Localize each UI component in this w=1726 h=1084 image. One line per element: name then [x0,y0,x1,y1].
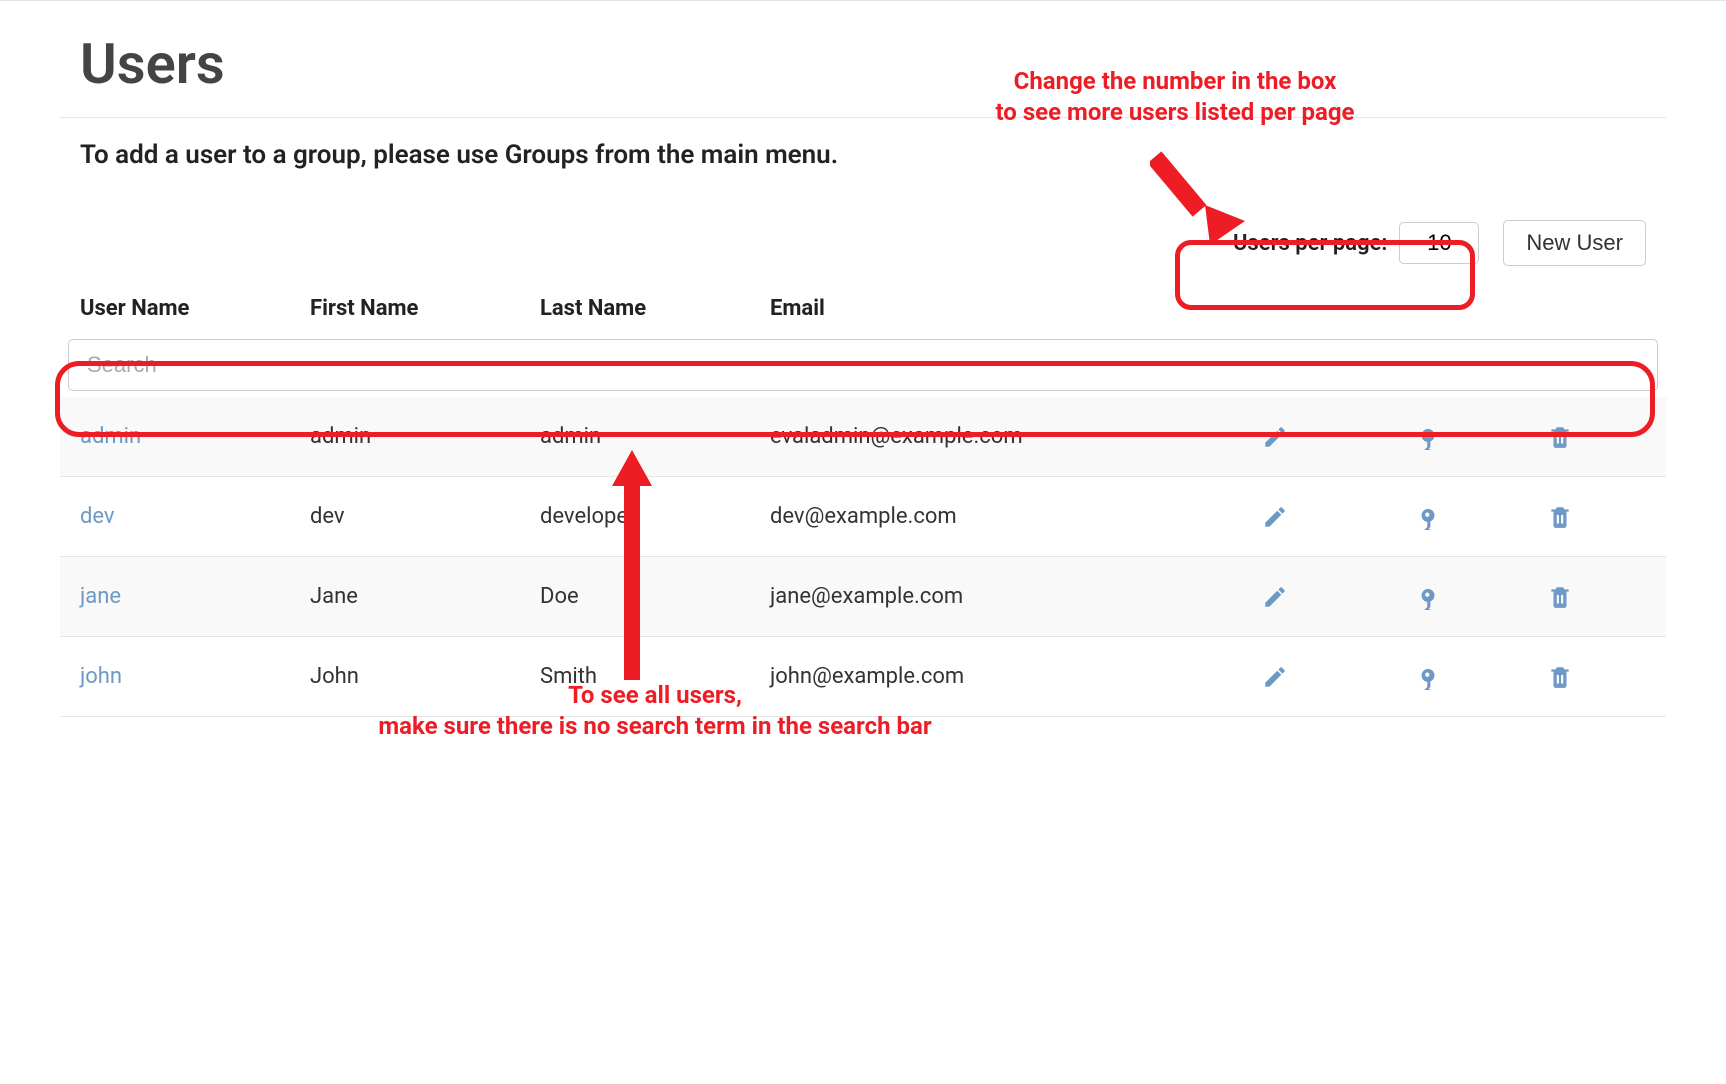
cell-lastname: developer [540,504,770,529]
edit-user-button[interactable] [1262,584,1288,610]
cell-lastname: admin [540,424,770,449]
trash-icon [1547,504,1573,530]
col-header-lastname: Last Name [540,296,770,321]
cell-firstname: Jane [310,584,540,609]
annotation-top-line2: to see more users listed per page [940,97,1410,128]
user-key-button[interactable] [1412,504,1438,530]
controls-row: Users per page: New User [60,180,1666,284]
search-row [60,333,1666,397]
delete-user-button[interactable] [1547,504,1573,530]
cell-firstname: dev [310,504,540,529]
pencil-icon [1262,664,1288,690]
pencil-icon [1262,424,1288,450]
annotation-top-line1: Change the number in the box [940,66,1410,97]
trash-icon [1547,584,1573,610]
delete-user-button[interactable] [1547,584,1573,610]
annotation-bottom-line1: To see all users, [330,680,980,711]
annotation-top: Change the number in the box to see more… [940,66,1410,128]
cell-lastname: Doe [540,584,770,609]
cell-email: jane@example.com [770,584,1200,609]
arrow-icon-bottom [612,450,652,680]
username-link[interactable]: john [80,664,122,689]
cell-email: dev@example.com [770,504,1200,529]
delete-user-button[interactable] [1547,664,1573,690]
edit-user-button[interactable] [1262,504,1288,530]
arrow-icon-top [1150,135,1270,255]
col-header-firstname: First Name [310,296,540,321]
username-link[interactable]: dev [80,504,115,529]
cell-firstname: admin [310,424,540,449]
trash-icon [1547,664,1573,690]
pencil-icon [1262,584,1288,610]
delete-user-button[interactable] [1547,424,1573,450]
trash-icon [1547,424,1573,450]
edit-user-button[interactable] [1262,424,1288,450]
table-header-row: User Name First Name Last Name Email [60,284,1666,333]
page-subtitle: To add a user to a group, please use Gro… [60,118,1666,180]
page-title: Users [60,1,1666,118]
edit-user-button[interactable] [1262,664,1288,690]
key-icon [1412,664,1438,690]
table-body: adminadminadminevaladmin@example.comdevd… [60,397,1666,717]
table-row: devdevdeveloperdev@example.com [60,477,1666,557]
annotation-bottom: To see all users, make sure there is no … [330,680,980,742]
col-header-email: Email [770,296,1200,321]
cell-email: evaladmin@example.com [770,424,1200,449]
key-icon [1412,504,1438,530]
table-row: jane JaneDoejane@example.com [60,557,1666,637]
table-row: adminadminadminevaladmin@example.com [60,397,1666,477]
user-key-button[interactable] [1412,664,1438,690]
user-key-button[interactable] [1412,424,1438,450]
new-user-button[interactable]: New User [1503,220,1646,266]
key-icon [1412,584,1438,610]
pencil-icon [1262,504,1288,530]
annotation-bottom-line2: make sure there is no search term in the… [330,711,980,742]
users-per-page-input[interactable] [1399,222,1479,264]
user-key-button[interactable] [1412,584,1438,610]
col-header-username: User Name [80,296,310,321]
key-icon [1412,424,1438,450]
users-table: User Name First Name Last Name Email adm… [60,284,1666,717]
search-input[interactable] [68,339,1658,391]
username-link[interactable]: admin [80,424,141,449]
username-link[interactable]: jane [80,584,121,609]
